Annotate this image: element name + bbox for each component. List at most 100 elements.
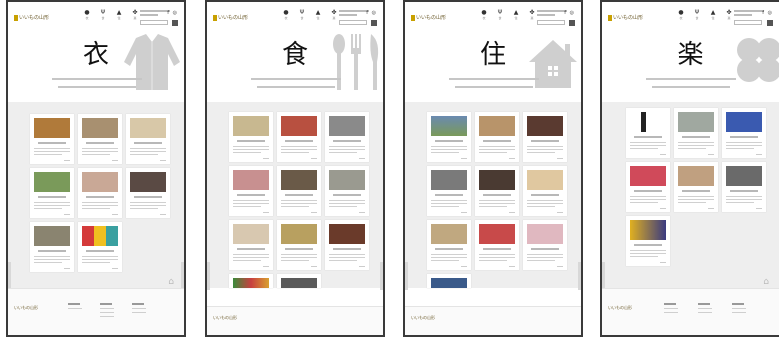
nav-item-fun[interactable]: ✤ 楽 (329, 10, 339, 21)
product-photo[interactable] (82, 226, 118, 246)
product-card[interactable] (229, 274, 273, 288)
scroll-handle-left[interactable] (207, 262, 210, 290)
scroll-handle-left[interactable] (405, 262, 408, 290)
nav-item-living[interactable]: ▲ 住 (313, 10, 323, 21)
product-card[interactable] (475, 112, 519, 162)
nav-item-food[interactable]: Ψ食 (98, 10, 108, 21)
product-card[interactable] (626, 216, 670, 266)
nav-item-clothing[interactable]: ● 衣 (479, 10, 489, 21)
site-logo[interactable]: いいもの山形 (608, 14, 643, 21)
product-card[interactable] (277, 220, 321, 270)
social-icons[interactable]: f ◎ (564, 10, 575, 16)
product-photo[interactable] (527, 116, 563, 136)
product-card[interactable] (475, 166, 519, 216)
product-photo[interactable] (431, 170, 467, 190)
product-photo[interactable] (233, 224, 269, 244)
nav-item-clothing[interactable]: ● 衣 (82, 10, 92, 21)
product-photo[interactable] (630, 112, 666, 132)
nav-item-food[interactable]: Ψ食 (297, 10, 307, 21)
product-card[interactable] (523, 112, 567, 162)
product-photo[interactable] (34, 172, 70, 192)
site-logo[interactable]: いいもの山形 (14, 14, 49, 21)
product-photo[interactable] (726, 112, 762, 132)
product-photo[interactable] (329, 170, 365, 190)
nav-item-clothing[interactable]: ● 衣 (281, 10, 291, 21)
product-photo[interactable] (281, 224, 317, 244)
product-card[interactable] (427, 112, 471, 162)
site-logo[interactable]: いいもの山形 (213, 14, 248, 21)
page-top-icon[interactable]: ⌂ (763, 277, 769, 287)
product-photo[interactable] (431, 224, 467, 244)
scroll-handle-left[interactable] (602, 262, 605, 290)
footer-logo[interactable]: いいもの山形 (411, 315, 435, 321)
product-card[interactable] (78, 114, 122, 164)
product-photo[interactable] (678, 166, 714, 186)
product-photo[interactable] (479, 116, 515, 136)
product-card[interactable] (475, 220, 519, 270)
menu-button[interactable] (767, 20, 773, 26)
product-card[interactable] (277, 274, 321, 288)
scroll-handle-right[interactable] (380, 262, 383, 290)
nav-item-clothing[interactable]: ● 衣 (676, 10, 686, 21)
product-photo[interactable] (329, 116, 365, 136)
product-photo[interactable] (431, 278, 467, 288)
footer-logo[interactable]: いいもの山形 (213, 315, 237, 321)
search-input[interactable] (339, 20, 367, 25)
product-card[interactable] (126, 114, 170, 164)
nav-item-food[interactable]: Ψ食 (692, 10, 702, 21)
product-card[interactable] (674, 108, 718, 158)
product-photo[interactable] (233, 278, 269, 288)
product-card[interactable] (325, 112, 369, 162)
search-input[interactable] (140, 20, 168, 25)
scroll-handle-right[interactable] (578, 262, 581, 290)
product-card[interactable] (626, 162, 670, 212)
nav-item-fun[interactable]: ✤ 楽 (724, 10, 734, 21)
product-card[interactable] (277, 112, 321, 162)
menu-button[interactable] (569, 20, 575, 26)
scroll-handle-left[interactable] (8, 262, 11, 290)
nav-item-fun[interactable]: ✤ 楽 (130, 10, 140, 21)
product-photo[interactable] (233, 170, 269, 190)
product-card[interactable] (523, 220, 567, 270)
site-logo[interactable]: いいもの山形 (411, 14, 446, 21)
product-card[interactable] (626, 108, 670, 158)
menu-button[interactable] (371, 20, 377, 26)
product-card[interactable] (30, 168, 74, 218)
product-card[interactable] (126, 168, 170, 218)
product-card[interactable] (427, 274, 471, 288)
product-photo[interactable] (630, 166, 666, 186)
product-card[interactable] (30, 114, 74, 164)
product-photo[interactable] (527, 224, 563, 244)
search-input[interactable] (537, 20, 565, 25)
product-card[interactable] (325, 220, 369, 270)
product-card[interactable] (674, 162, 718, 212)
page-top-icon[interactable]: ⌂ (168, 277, 174, 287)
product-photo[interactable] (479, 170, 515, 190)
product-photo[interactable] (329, 224, 365, 244)
product-photo[interactable] (130, 172, 166, 192)
product-photo[interactable] (82, 172, 118, 192)
search-input[interactable] (734, 20, 762, 25)
product-photo[interactable] (431, 116, 467, 136)
product-card[interactable] (229, 112, 273, 162)
social-icons[interactable]: f ◎ (366, 10, 377, 16)
nav-item-food[interactable]: Ψ食 (495, 10, 505, 21)
product-photo[interactable] (82, 118, 118, 138)
footer-logo[interactable]: いいもの山形 (608, 305, 632, 311)
nav-item-living[interactable]: ▲ 住 (708, 10, 718, 21)
product-card[interactable] (78, 222, 122, 272)
product-photo[interactable] (281, 278, 317, 288)
product-card[interactable] (325, 166, 369, 216)
nav-item-fun[interactable]: ✤ 楽 (527, 10, 537, 21)
product-photo[interactable] (130, 118, 166, 138)
social-icons[interactable]: f ◎ (762, 10, 773, 16)
nav-item-living[interactable]: ▲ 住 (511, 10, 521, 21)
footer-logo[interactable]: いいもの山形 (14, 305, 38, 311)
product-photo[interactable] (726, 166, 762, 186)
product-card[interactable] (277, 166, 321, 216)
product-card[interactable] (78, 168, 122, 218)
product-card[interactable] (722, 108, 766, 158)
product-photo[interactable] (678, 112, 714, 132)
product-card[interactable] (229, 220, 273, 270)
product-photo[interactable] (34, 118, 70, 138)
